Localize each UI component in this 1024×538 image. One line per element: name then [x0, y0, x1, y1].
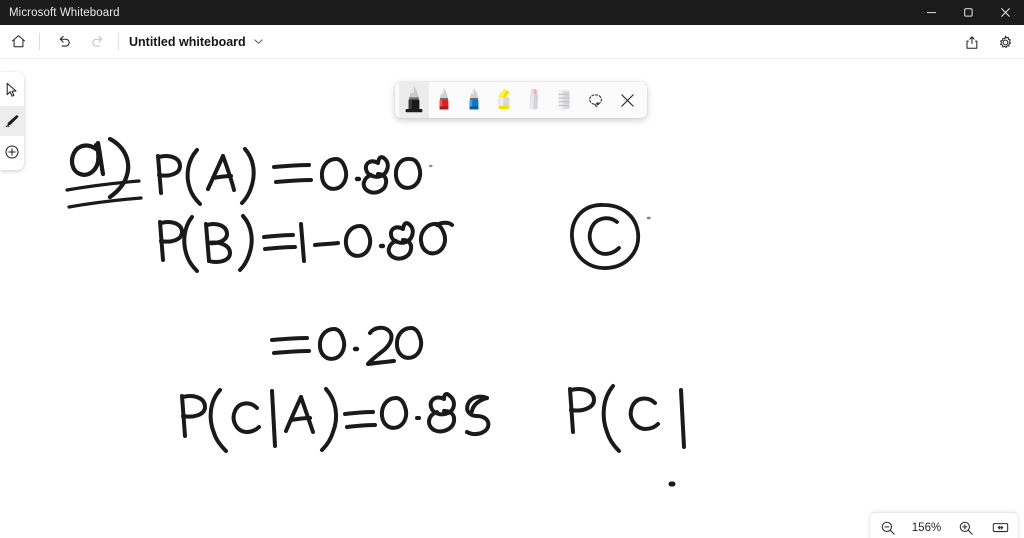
minimize-button[interactable] — [913, 0, 950, 25]
sidebar-item-select[interactable] — [0, 75, 24, 105]
redo-icon[interactable] — [82, 27, 112, 57]
ink-line-pb — [158, 214, 454, 273]
ink-layer — [65, 136, 686, 487]
ink-tool-pen-red[interactable] — [429, 82, 459, 118]
zoom-out-icon[interactable] — [875, 516, 901, 538]
chevron-down-icon[interactable] — [253, 36, 264, 47]
left-tool-rail — [0, 72, 24, 170]
whiteboard-canvas[interactable] — [0, 59, 1024, 538]
document-title[interactable]: Untitled whiteboard — [129, 35, 246, 49]
zoom-controls: 156% — [870, 513, 1018, 538]
share-icon[interactable] — [957, 27, 987, 57]
ink-line-pa — [156, 147, 433, 206]
home-icon[interactable] — [3, 27, 33, 57]
window-title-bar: Microsoft Whiteboard — [0, 0, 1024, 25]
whiteboard-app: Microsoft Whiteboard Untitled whiteboard… — [0, 0, 1024, 538]
ink-tool-pen-black[interactable] — [399, 82, 429, 118]
lasso-select-icon[interactable] — [579, 82, 611, 118]
fit-to-screen-icon[interactable] — [988, 516, 1014, 538]
sidebar-item-create[interactable] — [0, 137, 24, 167]
ink-underline-a — [65, 179, 143, 209]
app-toolbar-right-group — [954, 25, 1020, 59]
zoom-level-label[interactable]: 156% — [910, 522, 944, 534]
window-title: Microsoft Whiteboard — [9, 6, 120, 19]
ink-tool-eraser[interactable] — [519, 82, 549, 118]
ink-line-pb2 — [270, 325, 424, 366]
maximize-restore-button[interactable] — [950, 0, 987, 25]
gear-icon[interactable] — [990, 27, 1020, 57]
ink-tool-ruler[interactable] — [549, 82, 579, 118]
toolbar-divider-2 — [118, 33, 119, 50]
ink-tool-pen-blue[interactable] — [459, 82, 489, 118]
zoom-in-icon[interactable] — [953, 516, 979, 538]
ink-tool-highlighter-yellow[interactable] — [489, 82, 519, 118]
ink-line-pc — [568, 384, 686, 453]
toolbar-divider-1 — [39, 33, 40, 50]
app-toolbar: Untitled whiteboard — [0, 25, 1024, 59]
close-ink-toolbar-icon[interactable] — [611, 82, 643, 118]
ink-line-pca — [180, 387, 491, 453]
ink-marker-c — [570, 203, 651, 270]
undo-icon[interactable] — [49, 27, 79, 57]
ink-toolbar — [395, 82, 647, 118]
close-icon[interactable] — [987, 0, 1024, 25]
sidebar-item-pen[interactable] — [0, 105, 24, 136]
window-controls — [913, 0, 1024, 25]
